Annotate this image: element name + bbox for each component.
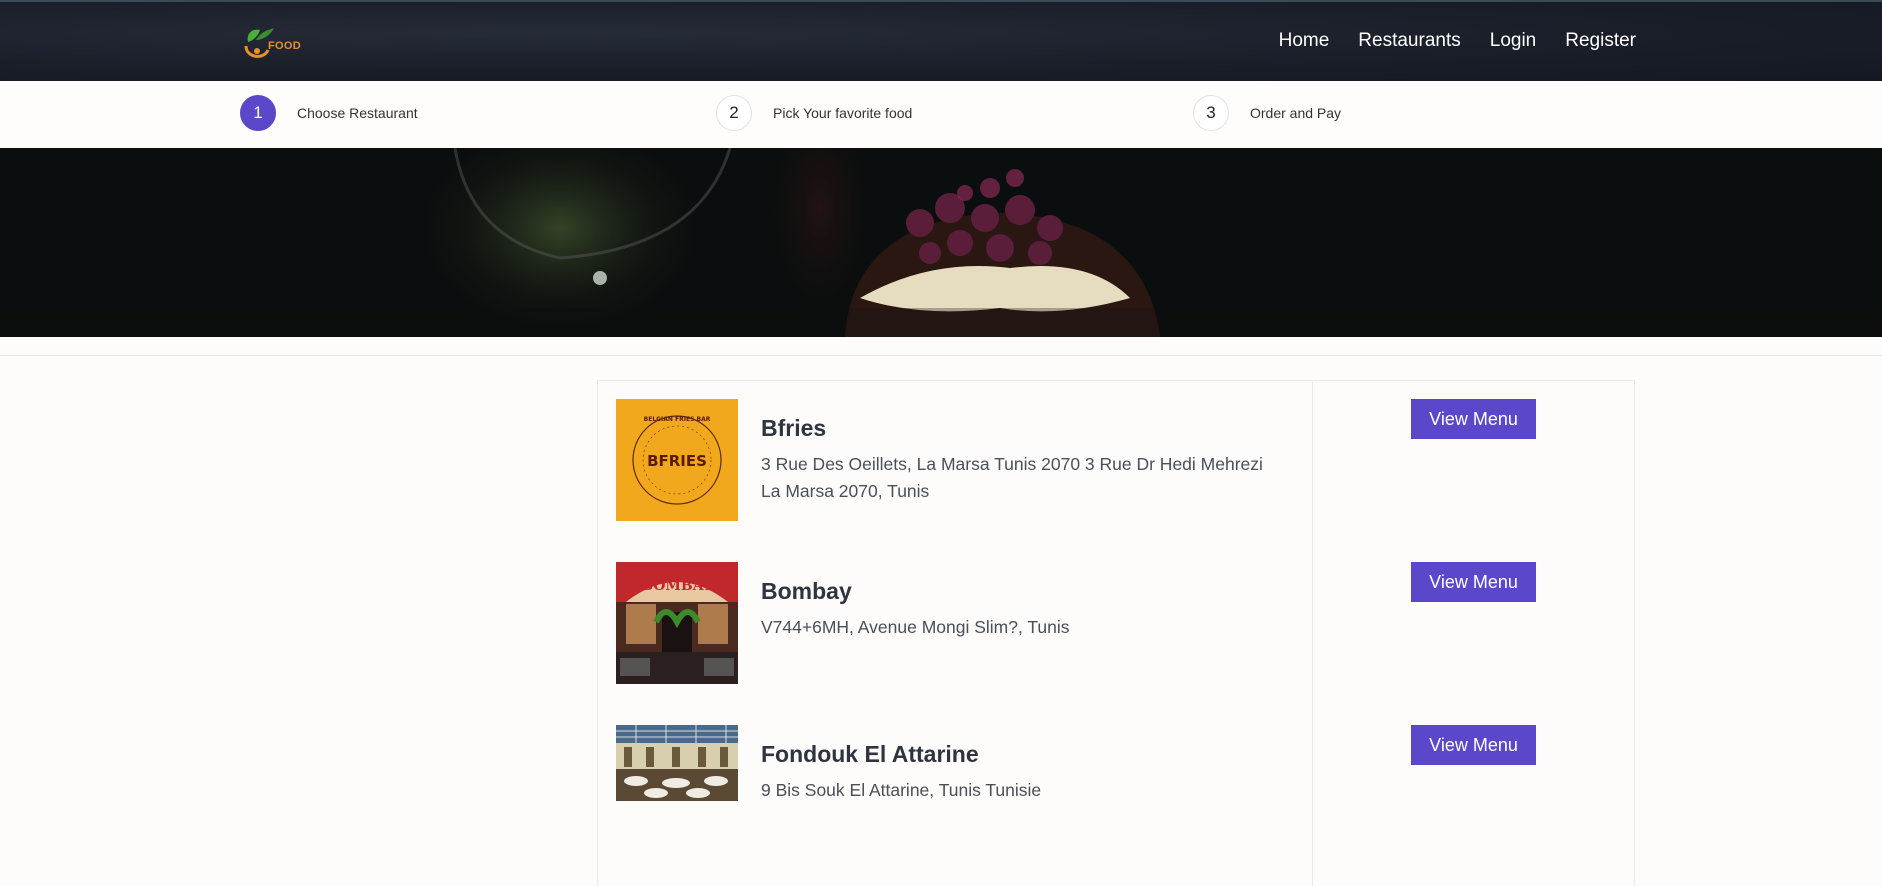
restaurant-address: 9 Bis Souk El Attarine, Tunis Tunisie bbox=[761, 780, 1042, 800]
view-menu-button-fondouk[interactable]: View Menu bbox=[1411, 725, 1536, 765]
step-choose-restaurant: 1 Choose Restaurant bbox=[240, 95, 418, 131]
fondouk-interior-image bbox=[616, 725, 738, 801]
restaurant-list: BFRIES BELGIAN FRIES BAR Bfries 3 Rue De… bbox=[597, 380, 1313, 886]
restaurant-image[interactable]: BOMBAY bbox=[616, 562, 738, 684]
hero-banner bbox=[0, 148, 1882, 337]
menu-actions-panel: View Menu View Menu View Menu bbox=[1312, 380, 1635, 886]
section-divider bbox=[0, 355, 1882, 356]
step-order-pay: 3 Order and Pay bbox=[1193, 95, 1341, 131]
step-pick-food: 2 Pick Your favorite food bbox=[716, 95, 912, 131]
step-number: 2 bbox=[716, 95, 752, 131]
nav-register-link[interactable]: Register bbox=[1565, 30, 1636, 52]
order-steps: 1 Choose Restaurant 2 Pick Your favorite… bbox=[0, 81, 1882, 148]
restaurant-name[interactable]: Fondouk El Attarine bbox=[761, 741, 979, 768]
nav-restaurants-link[interactable]: Restaurants bbox=[1358, 30, 1460, 52]
top-navbar: FOOD Home Restaurants Login Register bbox=[0, 0, 1882, 81]
nav-home-link[interactable]: Home bbox=[1279, 30, 1330, 52]
restaurant-image[interactable] bbox=[616, 725, 738, 801]
restaurant-address: 3 Rue Des Oeillets, La Marsa Tunis 2070 … bbox=[761, 454, 1263, 501]
step-label: Order and Pay bbox=[1250, 105, 1342, 121]
brand-logo[interactable]: FOOD bbox=[240, 24, 304, 64]
hero-cake-image bbox=[0, 148, 1882, 337]
bombay-storefront-image: BOMBAY bbox=[616, 562, 738, 684]
restaurant-image[interactable]: BFRIES BELGIAN FRIES BAR bbox=[616, 399, 738, 521]
bfries-logo-text: BFRIES bbox=[647, 452, 707, 470]
bfries-ring-text: BELGIAN FRIES BAR bbox=[644, 416, 711, 423]
nav-login-link[interactable]: Login bbox=[1490, 30, 1537, 52]
step-number: 1 bbox=[240, 95, 276, 131]
step-number: 3 bbox=[1193, 95, 1229, 131]
step-label: Choose Restaurant bbox=[297, 105, 418, 121]
logo-text: FOOD bbox=[268, 40, 301, 52]
restaurant-name[interactable]: Bfries bbox=[761, 415, 826, 442]
bfries-logo-image: BFRIES BELGIAN FRIES BAR bbox=[616, 399, 738, 521]
bombay-sign-text: BOMBAY bbox=[641, 578, 714, 594]
step-label: Pick Your favorite food bbox=[773, 105, 913, 121]
restaurant-name[interactable]: Bombay bbox=[761, 578, 852, 605]
main-nav: Home Restaurants Login Register bbox=[1279, 30, 1636, 52]
view-menu-button-bombay[interactable]: View Menu bbox=[1411, 562, 1536, 602]
restaurant-address: V744+6MH, Avenue Mongi Slim?, Tunis bbox=[761, 617, 1070, 637]
view-menu-button-bfries[interactable]: View Menu bbox=[1411, 399, 1536, 439]
